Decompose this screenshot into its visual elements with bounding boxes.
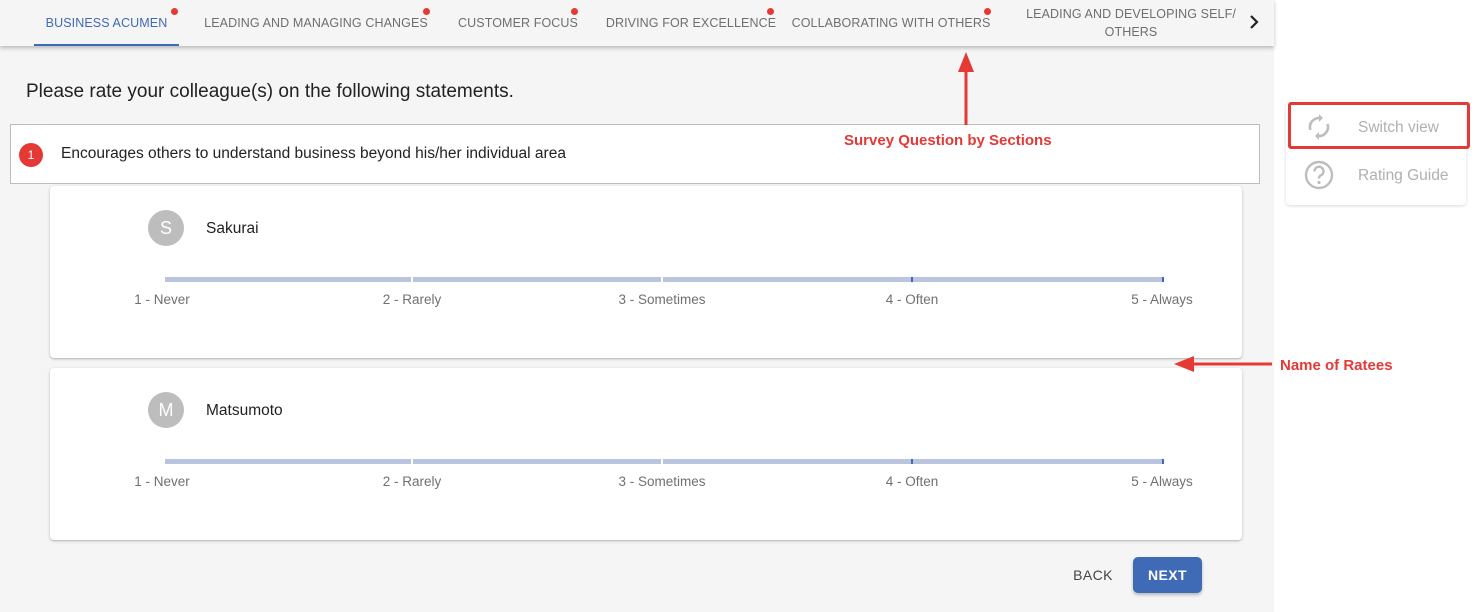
unanswered-dot-icon <box>984 8 991 15</box>
sync-icon <box>1304 112 1334 142</box>
scale-label-often[interactable]: 4 - Often <box>886 474 939 489</box>
tab-leading-and-managing-changes[interactable]: LEADING AND MANAGING CHANGES <box>200 0 432 46</box>
unanswered-dot-icon <box>171 8 178 15</box>
annotation-sections: Survey Question by Sections <box>844 132 1052 149</box>
tab-customer-focus[interactable]: CUSTOMER FOCUS <box>454 0 582 46</box>
scale-label-sometimes[interactable]: 3 - Sometimes <box>618 292 705 307</box>
slider-tick <box>661 277 663 282</box>
tab-label: BUSINESS ACUMEN <box>45 16 168 30</box>
page-instruction: Please rate your colleague(s) on the fol… <box>26 81 514 102</box>
slider-tick <box>163 459 165 464</box>
slider-tick <box>411 459 413 464</box>
rating-guide-button[interactable]: Rating Guide <box>1286 151 1466 197</box>
tab-business-acumen[interactable]: BUSINESS ACUMEN <box>34 0 179 46</box>
tab-collaborating-with-others[interactable]: COLLABORATING WITH OTHERS <box>790 0 992 46</box>
ratee-card: M Matsumoto 1 - Never 2 - Rarely 3 - Som… <box>50 368 1242 540</box>
question-number-badge: 1 <box>19 143 43 167</box>
ratee-card: S Sakurai 1 - Never 2 - Rarely 3 - Somet… <box>50 186 1242 358</box>
slider-tick <box>1162 277 1164 282</box>
scale-label-rarely[interactable]: 2 - Rarely <box>383 292 442 307</box>
ratee-name: Sakurai <box>206 220 259 237</box>
unanswered-dot-icon <box>423 8 430 15</box>
avatar: M <box>148 392 184 428</box>
slider-tick <box>1162 459 1164 464</box>
slider-tick <box>661 459 663 464</box>
scale-label-rarely[interactable]: 2 - Rarely <box>383 474 442 489</box>
question-box: 1 Encourages others to understand busine… <box>10 124 1260 184</box>
slider-tick <box>163 277 165 282</box>
avatar: S <box>148 210 184 246</box>
tab-label: DRIVING FOR EXCELLENCE <box>605 16 777 30</box>
scale-label-always[interactable]: 5 - Always <box>1131 292 1193 307</box>
scale-label-never[interactable]: 1 - Never <box>134 292 190 307</box>
unanswered-dot-icon <box>571 8 578 15</box>
help-circle-icon <box>1304 160 1334 190</box>
rating-slider[interactable] <box>163 459 1164 464</box>
switch-view-button[interactable]: Switch view <box>1286 103 1466 149</box>
tab-driving-for-excellence[interactable]: DRIVING FOR EXCELLENCE <box>604 0 778 46</box>
side-panel: Switch view Rating Guide <box>1286 101 1466 205</box>
scale-label-sometimes[interactable]: 3 - Sometimes <box>618 474 705 489</box>
scale-label-often[interactable]: 4 - Often <box>886 292 939 307</box>
rating-guide-label: Rating Guide <box>1358 167 1449 184</box>
tab-leading-and-developing-self-others[interactable]: LEADING AND DEVELOPING SELF/ OTHERS <box>1020 0 1242 46</box>
slider-tick <box>411 277 413 282</box>
chevron-right-icon[interactable] <box>1244 12 1264 32</box>
question-text: Encourages others to understand business… <box>61 145 566 162</box>
back-button[interactable]: BACK <box>1064 558 1122 592</box>
tab-label: COLLABORATING WITH OTHERS <box>791 16 991 30</box>
next-button[interactable]: NEXT <box>1133 557 1202 593</box>
ratee-name: Matsumoto <box>206 402 283 419</box>
tab-label: CUSTOMER FOCUS <box>458 16 578 30</box>
unanswered-dot-icon <box>767 8 774 15</box>
scale-label-always[interactable]: 5 - Always <box>1131 474 1193 489</box>
slider-tick <box>911 459 913 464</box>
rating-slider[interactable] <box>163 277 1164 282</box>
switch-view-label: Switch view <box>1358 119 1439 136</box>
slider-tick <box>911 277 913 282</box>
tab-label: LEADING AND DEVELOPING SELF/ OTHERS <box>1026 7 1236 39</box>
scale-label-never[interactable]: 1 - Never <box>134 474 190 489</box>
annotation-ratees: Name of Ratees <box>1280 357 1393 374</box>
section-tabs-bar: BUSINESS ACUMEN LEADING AND MANAGING CHA… <box>0 0 1274 46</box>
tab-label: LEADING AND MANAGING CHANGES <box>204 16 428 30</box>
